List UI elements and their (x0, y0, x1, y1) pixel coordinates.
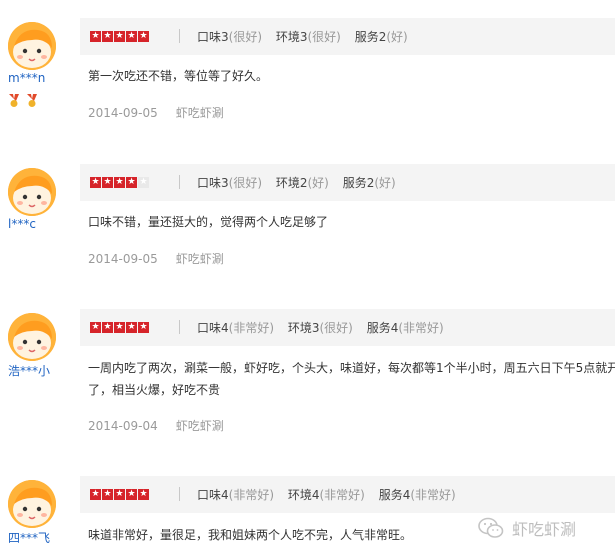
score-list: 口味4(非常好) 环境3(很好) 服务4(非常好) (197, 320, 454, 336)
star-filled-icon: ★ (102, 31, 113, 42)
score-service: 服务4(非常好) (366, 321, 444, 335)
avatar-face-icon (8, 168, 56, 216)
star-empty-icon: ★ (138, 177, 149, 188)
score-environment: 环境3(很好) (275, 30, 341, 44)
star-filled-icon: ★ (126, 31, 137, 42)
star-filled-icon: ★ (90, 31, 101, 42)
star-rating: ★ ★ ★ ★ ★ (90, 31, 149, 42)
score-taste: 口味4(非常好) (197, 488, 275, 502)
star-rating: ★ ★ ★ ★ ★ (90, 322, 149, 333)
score-environment: 环境4(非常好) (287, 488, 365, 502)
avatar-face-icon (8, 313, 56, 361)
watermark-text: 虾吃虾涮 (512, 520, 577, 539)
shop-name[interactable]: 虾吃虾涮 (176, 419, 224, 433)
user-medals (8, 93, 39, 112)
star-filled-icon: ★ (114, 322, 125, 333)
rating-bar: ★ ★ ★ ★ ★ 口味4(非常好) 环境4(非常好) 服务4(非常好) (80, 476, 615, 513)
star-filled-icon: ★ (138, 489, 149, 500)
username-link[interactable]: 四***飞 (8, 529, 50, 546)
star-filled-icon: ★ (90, 322, 101, 333)
star-filled-icon: ★ (114, 177, 125, 188)
username-link[interactable]: m***n (8, 71, 45, 85)
medal-icon (27, 94, 38, 107)
score-taste: 口味4(非常好) (197, 321, 275, 335)
rating-bar: ★ ★ ★ ★ ★ 口味3(很好) 环境2(好) 服务2(好) (80, 164, 615, 201)
star-filled-icon: ★ (90, 177, 101, 188)
user-avatar[interactable] (8, 313, 56, 361)
star-filled-icon: ★ (102, 322, 113, 333)
score-environment: 环境3(很好) (287, 321, 353, 335)
score-taste: 口味3(很好) (197, 30, 263, 44)
score-list: 口味3(很好) 环境2(好) 服务2(好) (197, 175, 406, 191)
watermark: 虾吃虾涮 (478, 516, 576, 540)
review-text: 口味不错，量还挺大的，觉得两个人吃足够了 (88, 215, 329, 229)
username-link[interactable]: l***c (8, 217, 36, 231)
divider (179, 29, 180, 43)
user-avatar[interactable] (8, 168, 56, 216)
review-text: 第一次吃还不错，等位等了好久。 (88, 69, 269, 83)
star-filled-icon: ★ (126, 489, 137, 500)
medal-icon (9, 94, 19, 107)
star-filled-icon: ★ (90, 489, 101, 500)
star-filled-icon: ★ (102, 489, 113, 500)
review-text: 一周内吃了两次，涮菜一般，虾好吃，个头大，味道好，每次都等1个半小时，周五六日下… (88, 361, 615, 397)
divider (179, 487, 180, 501)
score-taste: 口味3(很好) (197, 176, 263, 190)
score-service: 服务2(好) (342, 176, 396, 190)
divider (179, 320, 180, 334)
avatar-face-icon (8, 22, 56, 70)
star-rating: ★ ★ ★ ★ ★ (90, 177, 149, 188)
score-service: 服务2(好) (354, 30, 408, 44)
rating-bar: ★ ★ ★ ★ ★ 口味4(非常好) 环境3(很好) 服务4(非常好) (80, 309, 615, 346)
star-filled-icon: ★ (126, 177, 137, 188)
shop-name[interactable]: 虾吃虾涮 (176, 106, 224, 120)
rating-bar: ★ ★ ★ ★ ★ 口味3(很好) 环境3(很好) 服务2(好) (80, 18, 615, 55)
shop-name[interactable]: 虾吃虾涮 (176, 252, 224, 266)
star-filled-icon: ★ (114, 31, 125, 42)
star-filled-icon: ★ (126, 322, 137, 333)
avatar-face-icon (8, 480, 56, 528)
user-avatar[interactable] (8, 480, 56, 528)
user-avatar[interactable] (8, 22, 56, 70)
star-filled-icon: ★ (114, 489, 125, 500)
star-filled-icon: ★ (138, 322, 149, 333)
review-meta: 2014-09-05 虾吃虾涮 (88, 250, 224, 267)
username-link[interactable]: 浩***小 (8, 362, 50, 379)
wechat-icon (478, 517, 504, 538)
review-meta: 2014-09-04 虾吃虾涮 (88, 417, 224, 434)
star-rating: ★ ★ ★ ★ ★ (90, 489, 149, 500)
score-service: 服务4(非常好) (378, 488, 456, 502)
star-filled-icon: ★ (138, 31, 149, 42)
score-list: 口味3(很好) 环境3(很好) 服务2(好) (197, 29, 418, 45)
review-meta: 2014-09-05 虾吃虾涮 (88, 104, 224, 121)
review-date: 2014-09-05 (88, 106, 158, 120)
review-date: 2014-09-04 (88, 419, 158, 433)
score-environment: 环境2(好) (275, 176, 329, 190)
review-date: 2014-09-05 (88, 252, 158, 266)
score-list: 口味4(非常好) 环境4(非常好) 服务4(非常好) (197, 487, 466, 503)
star-filled-icon: ★ (102, 177, 113, 188)
divider (179, 175, 180, 189)
